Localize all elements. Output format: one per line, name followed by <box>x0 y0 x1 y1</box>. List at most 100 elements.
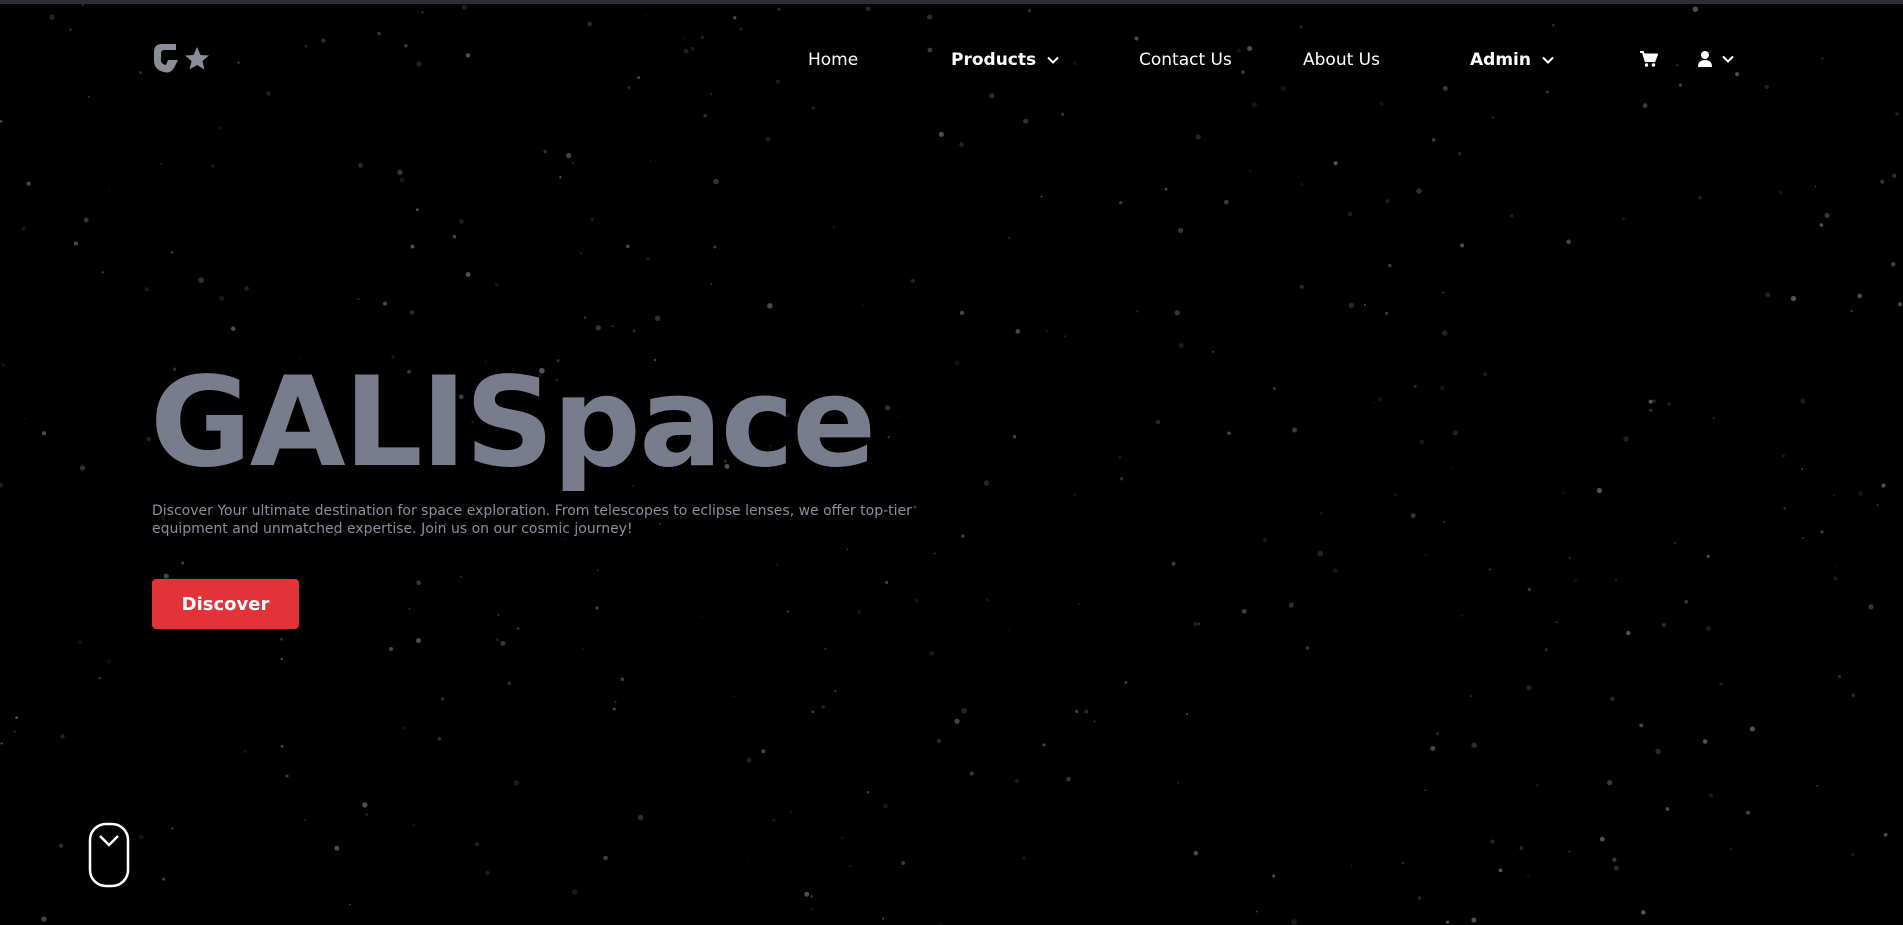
star <box>1193 621 1199 627</box>
star <box>1348 302 1355 309</box>
star <box>1483 372 1488 377</box>
nav-about[interactable]: About Us <box>1303 46 1380 74</box>
star <box>1800 398 1806 404</box>
star <box>632 329 636 333</box>
star <box>1555 621 1558 624</box>
star <box>929 650 935 656</box>
star <box>1077 602 1080 605</box>
star <box>1535 783 1539 787</box>
star <box>1801 536 1804 539</box>
star <box>402 726 405 730</box>
logo-icon[interactable] <box>152 38 214 76</box>
star <box>441 697 445 701</box>
star <box>1300 183 1303 185</box>
star <box>927 47 933 53</box>
star <box>650 159 652 162</box>
star <box>1709 793 1714 798</box>
star <box>1764 84 1769 89</box>
star <box>389 647 394 651</box>
star <box>1851 853 1855 857</box>
star <box>494 282 499 287</box>
star <box>1880 179 1885 184</box>
nav-admin-label: Admin <box>1470 50 1531 70</box>
star <box>41 916 47 922</box>
star <box>1164 187 1168 191</box>
star <box>1698 195 1702 200</box>
star <box>1379 101 1384 106</box>
nav-admin[interactable]: Admin <box>1470 46 1555 74</box>
star <box>1012 435 1017 439</box>
star <box>1457 151 1462 156</box>
star <box>747 861 749 864</box>
star <box>214 208 216 211</box>
star <box>595 606 599 610</box>
star <box>170 251 174 254</box>
star <box>160 162 162 165</box>
star <box>1299 25 1303 29</box>
star <box>1857 293 1863 299</box>
star <box>637 76 641 80</box>
star <box>1460 243 1465 248</box>
nav-home[interactable]: Home <box>808 46 858 74</box>
star <box>1527 875 1529 877</box>
star <box>1075 710 1079 713</box>
star <box>713 178 719 185</box>
star <box>410 244 415 249</box>
star <box>163 573 169 579</box>
star <box>910 278 915 283</box>
star <box>1655 748 1661 755</box>
star <box>846 548 849 551</box>
star <box>1023 118 1029 124</box>
star <box>358 162 363 168</box>
star <box>1622 217 1626 221</box>
star <box>21 226 26 231</box>
star <box>181 561 185 565</box>
star <box>1824 213 1830 218</box>
star <box>954 360 960 366</box>
hero-title: GALISpace <box>150 351 876 495</box>
star <box>733 16 737 20</box>
nav-products[interactable]: Products <box>951 46 1060 74</box>
star <box>1388 263 1392 268</box>
star <box>1124 680 1128 684</box>
star <box>882 917 885 920</box>
user-menu-button[interactable] <box>1697 48 1735 70</box>
star <box>1613 865 1619 871</box>
star <box>244 286 249 291</box>
star <box>1684 599 1689 604</box>
star <box>377 31 381 36</box>
discover-button[interactable]: Discover <box>152 579 299 629</box>
star <box>1471 742 1477 749</box>
star <box>1735 72 1740 77</box>
star <box>1781 454 1786 458</box>
star <box>1814 185 1817 188</box>
star <box>1350 864 1353 867</box>
star <box>1833 576 1838 581</box>
star <box>1676 64 1679 67</box>
star <box>1883 832 1888 837</box>
star <box>954 718 960 724</box>
scroll-down-icon[interactable] <box>88 822 130 888</box>
star <box>1171 561 1176 566</box>
star <box>42 431 47 436</box>
star <box>0 120 3 123</box>
star <box>611 325 614 328</box>
star <box>683 48 689 54</box>
star <box>1510 213 1514 218</box>
star <box>79 465 86 471</box>
star <box>1417 896 1422 900</box>
nav-contact[interactable]: Contact Us <box>1139 46 1232 74</box>
star <box>49 14 55 20</box>
star <box>571 161 574 165</box>
star <box>465 53 471 58</box>
star <box>60 734 65 739</box>
star <box>1272 874 1276 878</box>
star <box>1066 776 1071 782</box>
star <box>1868 604 1874 610</box>
star <box>564 538 567 540</box>
star <box>1435 732 1440 736</box>
star <box>1084 709 1089 714</box>
cart-button[interactable] <box>1639 48 1659 70</box>
star <box>382 301 388 306</box>
star <box>1291 427 1298 433</box>
